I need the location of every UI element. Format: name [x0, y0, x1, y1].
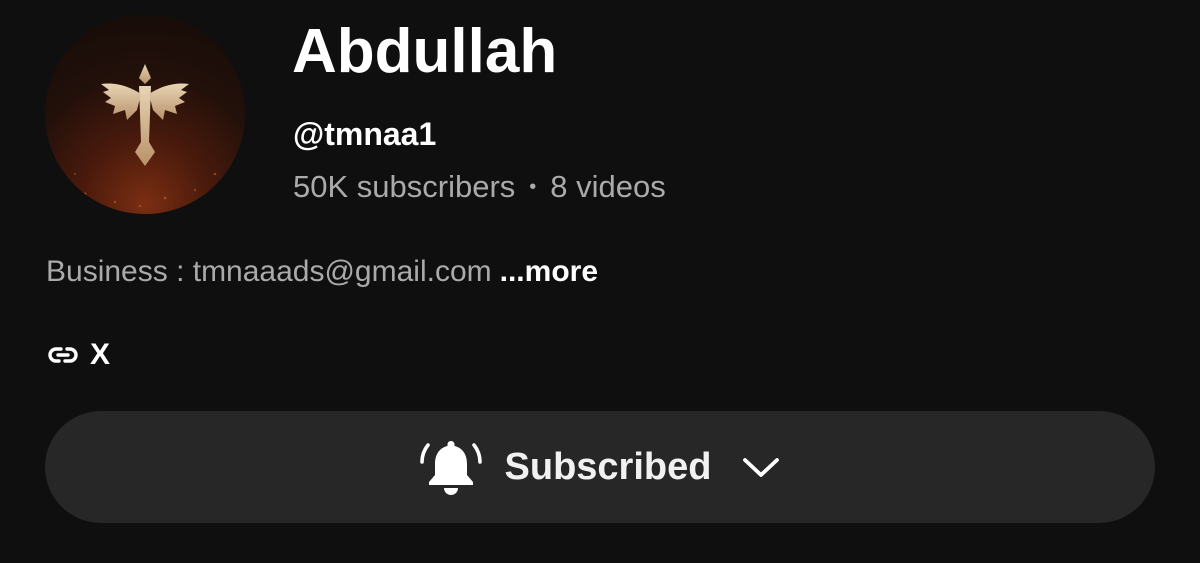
channel-stats: 50K subscribers • 8 videos — [293, 167, 666, 207]
bell-ringing-icon — [419, 437, 483, 497]
video-count: 8 videos — [550, 169, 666, 204]
link-label: X — [90, 338, 111, 371]
channel-name: Abdullah — [292, 17, 558, 86]
more-button[interactable]: ...more — [500, 255, 598, 288]
external-link[interactable]: X — [46, 335, 110, 375]
subscriber-count: 50K subscribers — [293, 169, 516, 204]
chevron-down-icon — [741, 455, 781, 479]
channel-description[interactable]: Business : tmnaaads@gmail.com ...more — [46, 252, 598, 292]
subscribed-label: Subscribed — [504, 446, 712, 488]
winged-sword-emblem-icon — [74, 64, 217, 208]
link-icon — [46, 344, 80, 366]
description-text: Business : tmnaaads@gmail.com — [46, 255, 492, 288]
channel-avatar[interactable] — [45, 14, 245, 214]
channel-handle: @tmnaa1 — [293, 116, 437, 152]
subscribed-button[interactable]: Subscribed — [45, 411, 1155, 523]
separator-dot: • — [529, 176, 537, 198]
